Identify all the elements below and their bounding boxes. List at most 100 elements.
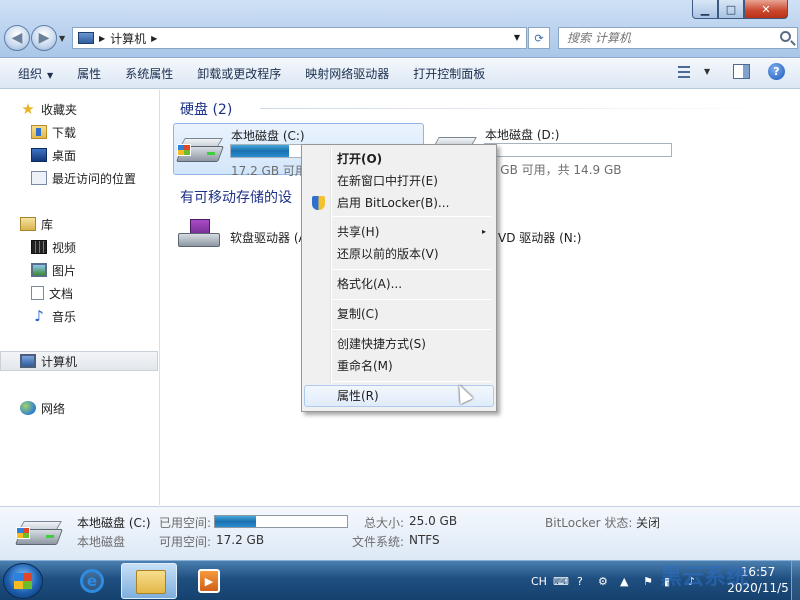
refresh-icon: ⟳ bbox=[534, 31, 544, 45]
network-icon bbox=[20, 401, 36, 415]
close-button[interactable]: ✕ bbox=[744, 0, 788, 19]
address-dropdown-icon[interactable]: ▼ bbox=[514, 33, 520, 42]
menu-share[interactable]: 共享(H) ▸ bbox=[304, 221, 494, 243]
taskbar-media-player[interactable]: ▶ bbox=[185, 563, 231, 599]
details-bitlocker-label: BitLocker 状态: bbox=[545, 516, 633, 530]
system-properties-button[interactable]: 系统属性 bbox=[113, 60, 185, 88]
nav-computer[interactable]: 计算机 bbox=[0, 351, 158, 371]
nav-downloads[interactable]: 下载 bbox=[0, 122, 158, 142]
group-header-removable[interactable]: 有可移动存储的设 bbox=[180, 187, 292, 207]
back-button[interactable]: ◀ bbox=[4, 25, 30, 51]
nav-pictures[interactable]: 图片 bbox=[0, 260, 158, 280]
history-dropdown[interactable]: ▼ bbox=[59, 34, 65, 43]
map-network-drive-button[interactable]: 映射网络驱动器 bbox=[293, 60, 401, 88]
show-desktop-button[interactable] bbox=[791, 561, 800, 600]
dvd-drive[interactable]: VD 驱动器 (N:) bbox=[498, 213, 608, 257]
forward-button[interactable]: ▶ bbox=[31, 25, 57, 51]
document-icon bbox=[31, 286, 44, 300]
details-total-label: 总大小: bbox=[364, 516, 405, 530]
menu-rename[interactable]: 重命名(M) bbox=[304, 355, 494, 377]
nav-network[interactable]: 网络 bbox=[0, 398, 158, 418]
preview-pane-icon[interactable] bbox=[733, 64, 750, 79]
breadcrumb-separator-icon[interactable]: ▶ bbox=[99, 34, 105, 43]
arrow-right-icon: ▶ bbox=[38, 30, 50, 46]
nav-libraries[interactable]: 库 bbox=[0, 214, 158, 234]
drive-d-free-space: .8 GB 可用，共 14.9 GB bbox=[485, 163, 622, 177]
breadcrumb-computer[interactable]: 计算机 bbox=[110, 30, 146, 47]
submenu-arrow-icon: ▸ bbox=[481, 227, 486, 236]
details-fs-label: 文件系统: bbox=[352, 535, 405, 549]
computer-icon bbox=[78, 32, 94, 44]
open-control-panel-button[interactable]: 打开控制面板 bbox=[401, 60, 497, 88]
media-player-icon: ▶ bbox=[198, 569, 220, 593]
title-bar: ▁ □ ✕ ◀ ▶ ▼ ▶ 计算机 ▶ ▼ ⟳ bbox=[0, 0, 800, 58]
menu-create-shortcut[interactable]: 创建快捷方式(S) bbox=[304, 333, 494, 355]
video-icon bbox=[31, 240, 47, 254]
watermark-logo: 黑云系统 bbox=[636, 556, 748, 596]
navigation-pane: ★ 收藏夹 下载 桌面 最近访问的位置 库 视频 图片 文档 ♪ 音乐 计算机 网络 bbox=[0, 90, 160, 505]
nav-favorites[interactable]: ★ 收藏夹 bbox=[0, 99, 158, 119]
downloads-folder-icon bbox=[31, 125, 47, 139]
star-icon: ★ bbox=[21, 100, 35, 118]
details-free-label: 可用空间: bbox=[159, 535, 212, 549]
details-fs-value: NTFS bbox=[409, 533, 440, 547]
details-drive-type: 本地磁盘 bbox=[77, 535, 126, 549]
nav-desktop[interactable]: 桌面 bbox=[0, 145, 158, 165]
maximize-button[interactable]: □ bbox=[718, 0, 744, 19]
organize-menu[interactable]: 组织 ▼ bbox=[0, 60, 65, 88]
menu-open[interactable]: 打开(O) bbox=[304, 148, 494, 170]
refresh-button[interactable]: ⟳ bbox=[528, 27, 550, 49]
desktop-icon bbox=[31, 148, 47, 162]
drive-d-name: 本地磁盘 (D:) bbox=[485, 128, 560, 142]
search-input[interactable] bbox=[559, 28, 759, 48]
language-indicator[interactable]: CH bbox=[531, 561, 547, 600]
menu-enable-bitlocker[interactable]: 启用 BitLocker(B)... bbox=[304, 192, 494, 214]
change-view-icon[interactable] bbox=[676, 64, 694, 80]
address-bar[interactable]: ▶ 计算机 ▶ ▼ bbox=[72, 27, 527, 49]
nav-documents[interactable]: 文档 bbox=[0, 283, 158, 303]
start-button[interactable] bbox=[3, 563, 43, 599]
watermark-text: 黑云系统 bbox=[660, 565, 749, 590]
keyboard-icon[interactable]: ⌨ bbox=[553, 561, 569, 600]
internet-explorer-icon: e bbox=[80, 569, 104, 593]
menu-open-new-window[interactable]: 在新窗口中打开(E) bbox=[304, 170, 494, 192]
menu-separator bbox=[332, 299, 492, 300]
nav-videos[interactable]: 视频 bbox=[0, 237, 158, 257]
menu-copy[interactable]: 复制(C) bbox=[304, 303, 494, 325]
group-header-hard-disks[interactable]: 硬盘 (2) bbox=[180, 99, 780, 119]
floppy-drive-name: 软盘驱动器 (A bbox=[230, 231, 307, 245]
arrow-left-icon: ◀ bbox=[11, 30, 23, 46]
uninstall-program-button[interactable]: 卸载或更改程序 bbox=[185, 60, 293, 88]
help-icon[interactable]: ? bbox=[768, 63, 785, 80]
show-hidden-icons-icon[interactable]: ▲ bbox=[620, 561, 628, 600]
breadcrumb-separator-icon[interactable]: ▶ bbox=[151, 34, 157, 43]
view-options-dropdown-icon[interactable]: ▼ bbox=[704, 67, 710, 76]
details-usage-bar bbox=[214, 515, 348, 528]
search-icon[interactable] bbox=[780, 31, 791, 42]
taskbar-ie[interactable]: e bbox=[62, 563, 118, 599]
nav-music[interactable]: ♪ 音乐 bbox=[0, 306, 158, 326]
help-tray-icon[interactable]: ? bbox=[577, 561, 583, 600]
chevron-down-icon: ▼ bbox=[47, 70, 54, 80]
details-bitlocker-value: 关闭 bbox=[636, 516, 661, 530]
details-free-value: 17.2 GB bbox=[216, 533, 265, 547]
floppy-drive[interactable]: 软盘驱动器 (A bbox=[173, 213, 307, 257]
properties-button[interactable]: 属性 bbox=[65, 60, 113, 88]
minimize-button[interactable]: ▁ bbox=[692, 0, 718, 19]
hard-drive-icon bbox=[15, 521, 63, 549]
context-menu: 打开(O) 在新窗口中打开(E) 启用 BitLocker(B)... 共享(H… bbox=[301, 144, 497, 412]
menu-format[interactable]: 格式化(A)... bbox=[304, 273, 494, 295]
menu-separator bbox=[332, 216, 492, 217]
settings-tray-icon[interactable]: ⚙ bbox=[598, 561, 608, 600]
nav-recent-places[interactable]: 最近访问的位置 bbox=[0, 168, 158, 188]
uac-shield-icon bbox=[312, 196, 325, 210]
floppy-drive-icon bbox=[178, 219, 220, 249]
drive-c-name: 本地磁盘 (C:) bbox=[231, 129, 305, 143]
taskbar-explorer[interactable] bbox=[121, 563, 177, 599]
drive-d-usage-bar bbox=[484, 143, 672, 157]
search-box[interactable] bbox=[558, 27, 798, 49]
menu-separator bbox=[332, 269, 492, 270]
details-total-value: 25.0 GB bbox=[409, 514, 458, 528]
menu-restore-versions[interactable]: 还原以前的版本(V) bbox=[304, 243, 494, 265]
menu-separator bbox=[332, 381, 492, 382]
